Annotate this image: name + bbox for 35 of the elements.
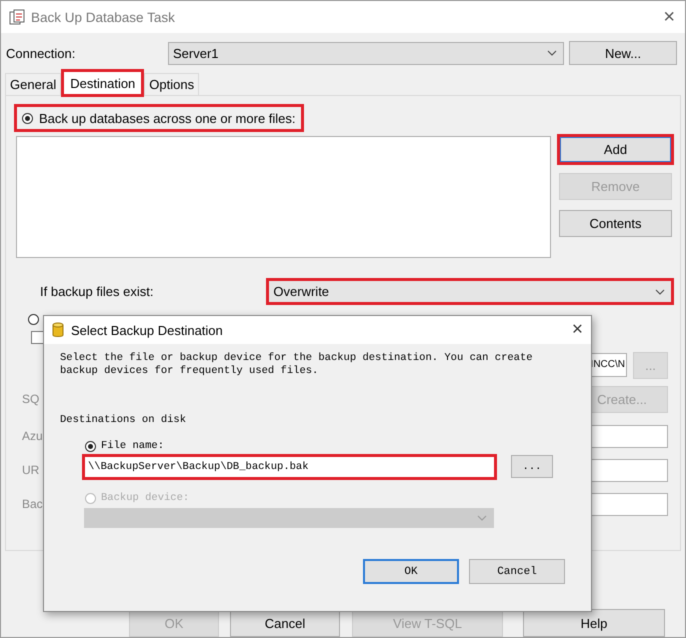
- file-list[interactable]: [16, 136, 551, 258]
- file-name-field[interactable]: \\BackupServer\Backup\DB_backup.bak: [84, 456, 495, 478]
- database-icon: [52, 322, 64, 338]
- file-list-button[interactable]: Add: [559, 136, 672, 163]
- dialog-button[interactable]: OK: [363, 559, 459, 584]
- dialog-button[interactable]: Cancel: [469, 559, 565, 584]
- overwrite-dropdown[interactable]: Overwrite: [268, 280, 672, 303]
- window-title: Back Up Database Task: [31, 10, 176, 24]
- chevron-down-icon: [547, 50, 557, 56]
- tab[interactable]: General: [5, 73, 62, 95]
- description-text: Select the file or backup device for the backup destination. You can create backup devices for frequently used files.: [60, 352, 534, 378]
- field-label: Bac: [21, 497, 43, 511]
- connection-dropdown[interactable]: Server1: [168, 42, 564, 64]
- close-button[interactable]: ×: [663, 6, 675, 28]
- connection-label: Connection:: [5, 46, 76, 60]
- field-label: SQ: [21, 392, 40, 406]
- chevron-down-icon: [655, 288, 665, 294]
- if-exists-label: If backup files exist:: [39, 284, 154, 299]
- chevron-down-icon: [477, 515, 487, 521]
- tab[interactable]: Destination: [63, 71, 142, 95]
- field-label: Azu: [21, 429, 43, 443]
- new-button[interactable]: New...: [569, 41, 677, 65]
- radio-button[interactable]: [28, 314, 39, 325]
- dialog-title: Select Backup Destination: [71, 322, 224, 338]
- field-label: UR: [21, 463, 40, 477]
- tab[interactable]: Options: [144, 73, 200, 95]
- task-icon: [9, 9, 25, 25]
- file-list-button[interactable]: Contents: [559, 210, 672, 237]
- section-label: Destinations on disk: [60, 414, 188, 426]
- backup-files-radio[interactable]: Back up databases across one or more files:: [16, 106, 302, 130]
- footer-button[interactable]: Help: [523, 609, 665, 637]
- checkbox[interactable]: [31, 330, 44, 344]
- close-button[interactable]: ×: [572, 319, 583, 341]
- browse-button[interactable]: ...: [511, 455, 553, 478]
- file-name-radio[interactable]: File name:: [85, 440, 575, 452]
